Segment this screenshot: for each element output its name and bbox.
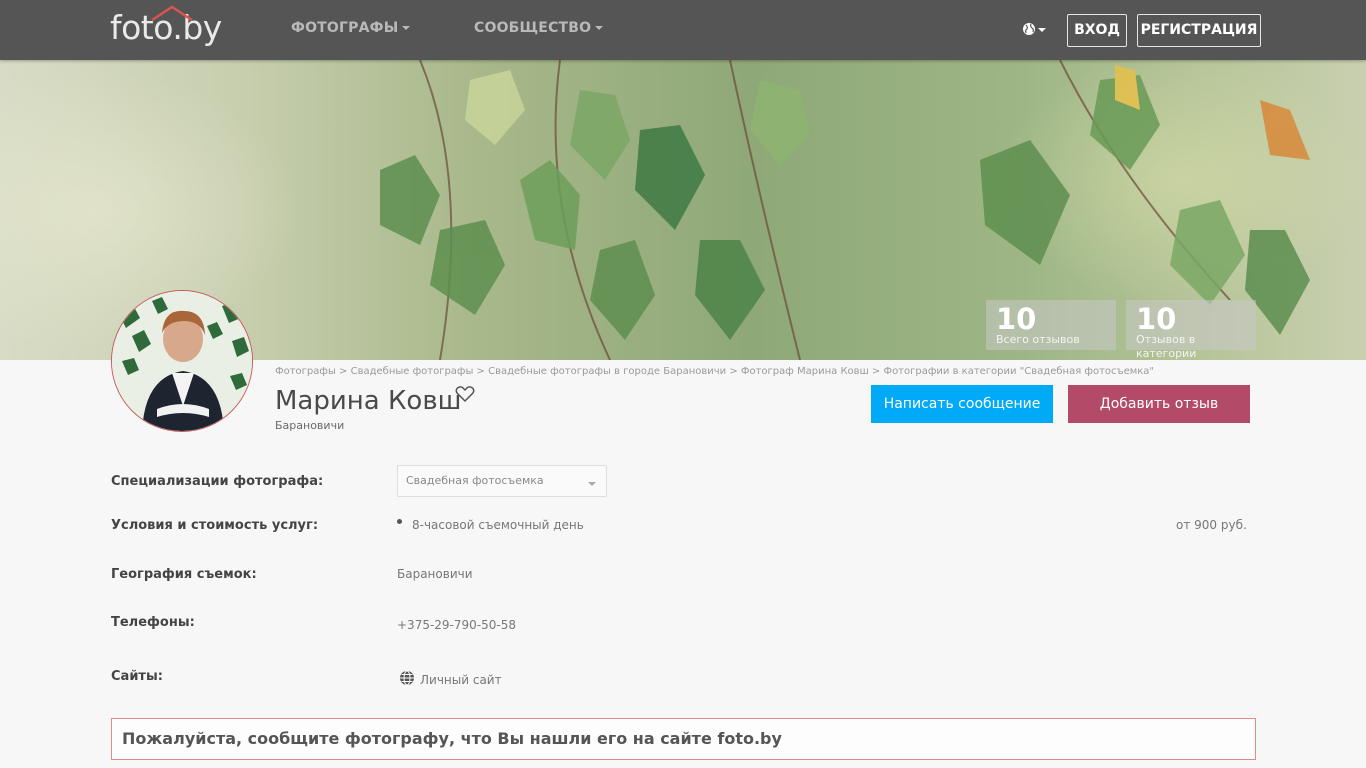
phones-label: Телефоны: xyxy=(111,615,195,630)
login-button[interactable]: ВХОД xyxy=(1067,14,1127,47)
personal-site-link[interactable]: Личный сайт xyxy=(420,673,502,687)
services-label: Условия и стоимость услуг: xyxy=(111,518,319,533)
specialization-select-value: Свадебная фотосъемка xyxy=(406,474,544,487)
service-price: от 900 руб. xyxy=(1176,518,1247,532)
stat-category-reviews-value: 10 xyxy=(1136,302,1177,336)
bullet-icon xyxy=(397,519,402,524)
notice-box: Пожалуйста, сообщите фотографу, что Вы н… xyxy=(111,718,1256,760)
site-logo[interactable]: foto.by xyxy=(110,5,222,50)
avatar[interactable] xyxy=(111,290,253,432)
stat-total-reviews-value: 10 xyxy=(996,302,1037,336)
top-navbar: foto.by ФОТОГРАФЫ СООБЩЕСТВО ВХОД РЕГИСТ… xyxy=(0,0,1366,60)
stat-category-reviews-label: Отзывов в категории xyxy=(1136,333,1197,360)
nav-photographers[interactable]: ФОТОГРАФЫ xyxy=(291,20,411,36)
nav-community-label: СООБЩЕСТВО xyxy=(474,20,592,36)
sites-label: Сайты: xyxy=(111,669,163,684)
add-review-button[interactable]: Добавить отзыв xyxy=(1068,385,1250,423)
chevron-down-icon xyxy=(595,26,604,30)
language-switcher[interactable] xyxy=(1022,20,1048,38)
chevron-down-icon xyxy=(588,482,596,486)
stat-category-reviews: 10 Отзывов в категории xyxy=(1126,300,1256,360)
logo-roof-icon xyxy=(151,5,193,21)
globe-icon xyxy=(400,670,414,686)
geography-value: Барановичи xyxy=(397,567,473,581)
register-button[interactable]: РЕГИСТРАЦИЯ xyxy=(1137,14,1261,47)
chevron-down-icon xyxy=(402,26,411,30)
phone-value[interactable]: +375-29-790-50-58 xyxy=(397,618,516,632)
notice-text: Пожалуйста, сообщите фотографу, что Вы н… xyxy=(122,729,782,748)
stat-total-reviews-label: Всего отзывов xyxy=(996,333,1080,346)
photographer-city: Барановичи xyxy=(275,419,345,432)
chevron-down-icon xyxy=(1038,28,1046,32)
photographer-name: Марина Ковш xyxy=(275,386,462,416)
service-item: 8-часовой съемочный день xyxy=(412,518,584,532)
avatar-photo xyxy=(112,291,252,431)
heart-icon[interactable] xyxy=(455,385,475,403)
specialization-label: Специализации фотографа: xyxy=(111,474,324,489)
breadcrumb[interactable]: Фотографы > Свадебные фотографы > Свадеб… xyxy=(275,366,1154,377)
write-message-button[interactable]: Написать сообщение xyxy=(871,385,1053,423)
geography-label: География съемок: xyxy=(111,567,257,582)
nav-community[interactable]: СООБЩЕСТВО xyxy=(474,20,604,36)
stat-total-reviews: 10 Всего отзывов xyxy=(986,300,1116,350)
specialization-select[interactable]: Свадебная фотосъемка xyxy=(397,465,607,497)
nav-photographers-label: ФОТОГРАФЫ xyxy=(291,20,399,36)
globe-icon xyxy=(1023,23,1035,35)
